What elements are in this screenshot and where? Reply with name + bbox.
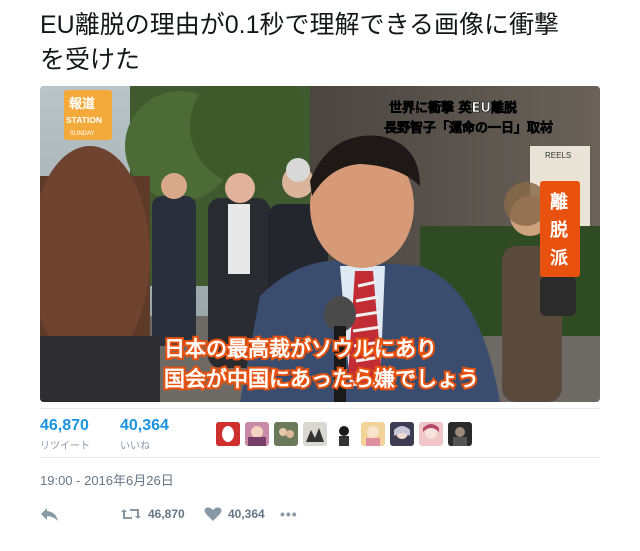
tweet-media-image[interactable]: REELS 報道 STATION SUNDAY 世界に衝撃 英EU離脱 長野智子… <box>40 86 600 402</box>
badge-char: 離 <box>550 191 568 213</box>
headline-line-2: 長野智子「運命の一日」取材 <box>384 120 553 136</box>
show-logo-sunday: SUNDAY <box>70 131 95 137</box>
avatar[interactable] <box>419 422 443 446</box>
tweet-timestamp[interactable]: 19:00 - 2016年6月26日 <box>40 470 174 489</box>
tweet-container: EU離脱の理由が0.1秒で理解できる画像に衝撃 を受けた REELS 報道 ST… <box>0 0 640 551</box>
retweet-stat[interactable]: 46,870 リツイート <box>40 417 90 452</box>
tweet-stats: 46,870 リツイート 40,364 いいね <box>40 408 600 458</box>
interviewer <box>40 146 160 402</box>
tweet-actions: 46,870 40,364 ••• <box>40 502 440 526</box>
avatar[interactable] <box>303 422 327 446</box>
avatar[interactable] <box>332 422 356 446</box>
retweet-button[interactable]: 46,870 <box>120 502 185 526</box>
show-logo-station: STATION <box>66 115 102 125</box>
like-button[interactable]: 40,364 <box>204 502 265 526</box>
more-button[interactable]: ••• <box>280 502 298 526</box>
retweet-count: 46,870 <box>40 417 89 434</box>
avatar[interactable] <box>448 422 472 446</box>
storefront-sign: REELS <box>545 151 571 160</box>
avatar[interactable] <box>245 422 269 446</box>
avatar[interactable] <box>274 422 298 446</box>
heart-icon <box>204 506 222 522</box>
subtitle-line-2: 国会が中国にあったら嫌でしょう <box>164 367 479 391</box>
retweet-icon <box>120 506 142 522</box>
reply-icon <box>40 506 60 522</box>
headline-line-1: 世界に衝撃 英EU離脱 <box>389 100 517 116</box>
retweet-action-count: 46,870 <box>148 507 185 521</box>
background-person <box>152 173 196 346</box>
avatar[interactable] <box>361 422 385 446</box>
reply-button[interactable] <box>40 502 60 526</box>
like-count: 40,364 <box>120 417 169 434</box>
more-icon: ••• <box>280 506 298 522</box>
tweet-text: EU離脱の理由が0.1秒で理解できる画像に衝撃 を受けた <box>40 11 559 74</box>
like-action-count: 40,364 <box>228 507 265 521</box>
like-label: いいね <box>120 441 150 452</box>
badge-char: 脱 <box>550 219 568 241</box>
retweet-label: リツイート <box>40 441 90 452</box>
avatar[interactable] <box>216 422 240 446</box>
show-logo: 報道 STATION SUNDAY <box>64 90 112 140</box>
avatar[interactable] <box>390 422 414 446</box>
show-logo-title: 報道 <box>69 96 95 112</box>
subtitle-line-1: 日本の最高裁がソウルにあり <box>164 337 437 361</box>
vertical-badge: 離 脱 派 <box>540 181 580 277</box>
badge-char: 派 <box>550 248 569 269</box>
like-stat[interactable]: 40,364 いいね <box>120 417 169 452</box>
